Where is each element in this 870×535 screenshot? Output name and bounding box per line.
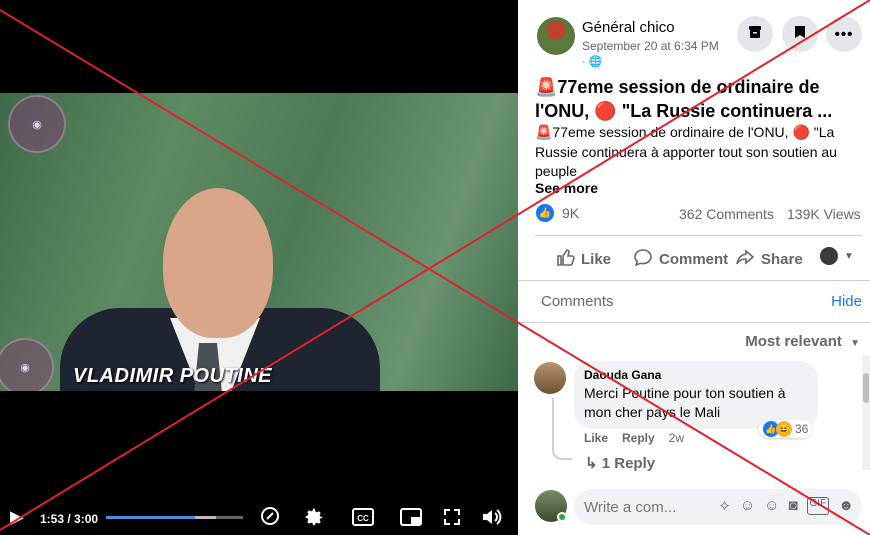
haha-reaction-icon: 😆 <box>776 421 792 437</box>
video-player[interactable]: ◉ ◉ VLADIMIR POUTINE ▶ 1:53 / 3:00 CC <box>0 0 518 535</box>
comment-reply-link[interactable]: Reply <box>622 431 655 445</box>
scroll-thumb[interactable] <box>863 373 869 403</box>
archive-icon <box>747 24 763 44</box>
reply-thread-line <box>552 398 572 460</box>
volume-icon[interactable] <box>481 507 503 532</box>
online-status-icon <box>557 512 567 522</box>
post-date[interactable]: September 20 at 6:34 PM <box>582 39 719 53</box>
gear-icon[interactable] <box>303 506 325 533</box>
caret-down-icon: ▼ <box>844 250 854 262</box>
divider <box>535 235 862 236</box>
comments-heading: Comments <box>541 293 614 310</box>
channel-watermark-bottom: ◉ <box>0 338 54 391</box>
sticker-face-icon[interactable]: ☻ <box>838 497 854 515</box>
sort-label: Most relevant <box>745 333 842 350</box>
profile-avatar-icon <box>820 247 838 265</box>
speaker-caption: VLADIMIR POUTINE <box>73 365 273 387</box>
share-icon <box>735 247 755 271</box>
like-button[interactable]: Like <box>555 247 611 271</box>
more-horizontal-icon: ••• <box>834 25 854 43</box>
see-more-link[interactable]: See more <box>535 180 598 196</box>
reactions-count[interactable]: 9K <box>562 205 579 221</box>
globe-icon: 🌐 <box>588 56 603 68</box>
progress-buffer <box>195 516 216 519</box>
camera-icon[interactable]: ◙ <box>788 497 797 515</box>
miniplayer-icon[interactable] <box>400 508 422 531</box>
author-name[interactable]: Général chico <box>582 19 675 36</box>
gif-icon[interactable]: GIF <box>806 497 830 515</box>
fullscreen-icon[interactable] <box>443 508 461 531</box>
privacy-indicator: · 🌐 <box>582 55 602 68</box>
comment-text: Merci Poutine pour ton soutien à mon che… <box>584 385 786 420</box>
commenter-avatar[interactable] <box>534 362 566 394</box>
like-reaction-icon[interactable]: 👍 <box>536 204 554 222</box>
caret-down-icon: ▼ <box>850 338 860 349</box>
composer-icons: ✧ ☺ ☺ ◙ GIF ☻ <box>718 497 854 515</box>
bookmark-icon <box>792 24 808 44</box>
time-display: 1:53 / 3:00 <box>40 512 99 526</box>
view-replies-link[interactable]: ↳ 1 Reply <box>585 454 655 472</box>
progress-fill <box>106 516 196 519</box>
sort-comments-dropdown[interactable]: Most relevant ▼ <box>745 333 860 350</box>
sticker-icon[interactable]: ✧ <box>718 497 731 515</box>
react-as-selector[interactable]: ▼ <box>820 247 854 265</box>
share-label: Share <box>761 250 803 268</box>
divider <box>518 280 870 281</box>
comment-reactions[interactable]: 👍 😆 36 <box>759 420 813 438</box>
speaker-head <box>163 188 273 338</box>
comment-button[interactable]: Comment <box>633 247 728 271</box>
closed-captions-icon[interactable]: CC <box>352 508 374 531</box>
comments-count[interactable]: 362 Comments <box>679 206 774 222</box>
author-avatar[interactable] <box>537 17 575 55</box>
hide-comments-link[interactable]: Hide <box>831 293 862 310</box>
divider <box>518 322 870 323</box>
emoji-icon[interactable]: ☺ <box>764 497 779 515</box>
quote-icon[interactable] <box>260 506 280 531</box>
privacy-dot: · <box>582 56 586 68</box>
more-options-button[interactable]: ••• <box>826 16 862 52</box>
comment-label: Comment <box>659 250 729 268</box>
like-label: Like <box>581 250 612 268</box>
share-button[interactable]: Share <box>735 247 803 271</box>
post-panel: Général chico September 20 at 6:34 PM · … <box>518 0 870 535</box>
save-button[interactable] <box>782 16 818 52</box>
post-title: 🚨77eme session de ordinaire de l'ONU, 🔴 … <box>535 77 833 121</box>
comments-scrollbar[interactable] <box>862 355 870 470</box>
comment-actions: Like Reply 2w <box>584 431 684 445</box>
comment-reaction-count: 36 <box>795 422 809 436</box>
archive-button[interactable] <box>737 16 773 52</box>
thumbs-up-icon <box>555 247 575 271</box>
progress-bar[interactable] <box>106 516 243 519</box>
comment-time[interactable]: 2w <box>669 431 684 445</box>
comment-icon <box>633 247 653 271</box>
comment-like-link[interactable]: Like <box>584 431 608 445</box>
views-count: 139K Views <box>787 206 861 222</box>
video-frame: ◉ ◉ <box>0 93 518 391</box>
svg-text:CC: CC <box>357 514 369 523</box>
comment-composer[interactable]: ✧ ☺ ☺ ◙ GIF ☻ <box>574 489 862 525</box>
play-icon[interactable]: ▶ <box>10 507 24 528</box>
channel-watermark-top: ◉ <box>8 95 66 153</box>
comment-bubble: Daouda Gana Merci Poutine pour ton souti… <box>574 361 818 429</box>
avatar-sticker-icon[interactable]: ☺ <box>740 497 755 515</box>
commenter-name[interactable]: Daouda Gana <box>584 368 808 382</box>
post-body: 🚨77eme session de ordinaire de l'ONU, 🔴 … <box>535 124 837 179</box>
comment-input[interactable] <box>584 489 694 525</box>
